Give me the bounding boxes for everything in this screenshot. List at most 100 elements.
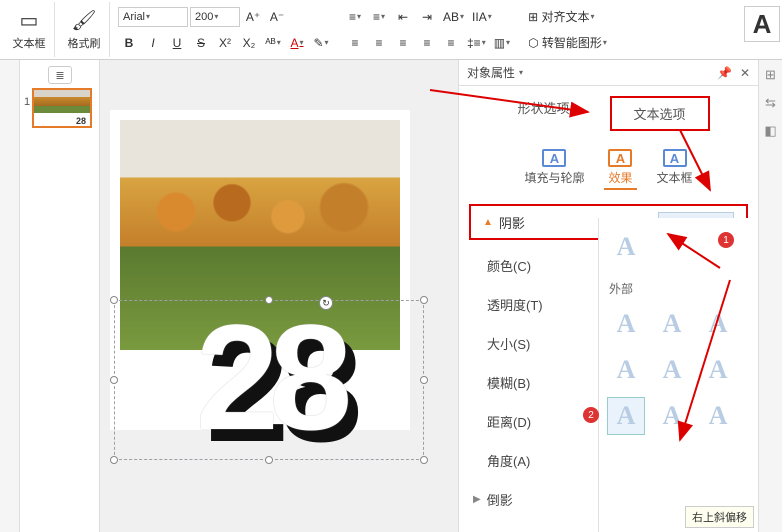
reflection-label: 倒影 (487, 490, 513, 509)
superscript-button[interactable]: X² (214, 32, 236, 54)
align-justify-button[interactable]: ≡ (416, 32, 438, 54)
handle-mr[interactable] (420, 376, 428, 384)
thumbnail-panel: ≣ 1 28 (20, 60, 100, 532)
handle-br[interactable] (420, 456, 428, 464)
ribbon-group-textbox: ▭ 文本框 (4, 2, 55, 57)
effect-icon: A (608, 149, 632, 167)
main-area: ≣ 1 28 28 28 ↻ 对象属 (0, 60, 782, 532)
gallery-outer-7[interactable]: A (607, 397, 645, 435)
font-color-button[interactable]: A▾ (286, 32, 308, 54)
format-painter-button[interactable]: 🖌 格式刷 (63, 5, 105, 55)
tab-text-options[interactable]: 文本选项 (610, 96, 710, 131)
align-center-button[interactable]: ≡ (368, 32, 390, 54)
align-dist-button[interactable]: ≡ (440, 32, 462, 54)
gallery-outer-4[interactable]: A (607, 351, 645, 389)
text-direction-button[interactable]: IIA▾ (469, 6, 495, 28)
expand-icon: ▲ (483, 217, 493, 228)
increase-font-button[interactable]: A⁺ (242, 6, 264, 28)
textbox-icon: ▭ (20, 8, 39, 33)
slide-canvas[interactable]: 28 28 ↻ (100, 60, 458, 532)
right-toolbar: ⊞ ⇆ ◧ (758, 60, 782, 532)
change-case-button[interactable]: ᴬᴮ▾ (262, 32, 284, 54)
handle-bl[interactable] (110, 456, 118, 464)
align-right-button[interactable]: ≡ (392, 32, 414, 54)
numbering-button[interactable]: ≡▾ (368, 6, 390, 28)
gallery-outer-2[interactable]: A (653, 305, 691, 343)
align-text-label: 对齐文本 (541, 8, 589, 25)
subtab-textbox-label: 文本框 (657, 169, 693, 186)
strike-button[interactable]: S (190, 32, 212, 54)
subtab-textbox[interactable]: A 文本框 (653, 147, 697, 190)
ribbon-group-arrange: ⊞ 对齐文本▾ ⬡ 转智能图形▾ (521, 2, 614, 57)
brush-icon: 🖌 (71, 8, 96, 33)
slide: 28 28 ↻ (110, 110, 410, 430)
bullets-button[interactable]: ≡▾ (344, 6, 366, 28)
pin-icon[interactable]: 📌 (717, 66, 732, 80)
indent-inc-button[interactable]: ⇥ (416, 6, 438, 28)
handle-tl[interactable] (110, 296, 118, 304)
gallery-outer-9[interactable]: A (699, 397, 737, 435)
font-size-value: 200 (195, 11, 213, 23)
gallery-outer-3[interactable]: A (699, 305, 737, 343)
highlight-button[interactable]: ✎▾ (310, 32, 332, 54)
bold-button[interactable]: B (118, 32, 140, 54)
align-left-button[interactable]: ≡ (344, 32, 366, 54)
subscript-button[interactable]: X₂ (238, 32, 260, 54)
gallery-outer-8[interactable]: A (653, 397, 691, 435)
vtool-1[interactable]: ⊞ (762, 66, 780, 84)
textbox-button[interactable]: ▭ 文本框 (8, 5, 50, 55)
subtab-effect-label: 效果 (608, 169, 632, 186)
line-spacing-button[interactable]: ‡≡▾ (464, 32, 489, 54)
vtool-3[interactable]: ◧ (762, 122, 780, 140)
ribbon-group-paragraph: ≡▾ ≡▾ ⇤ ⇥ AB▾ IIA▾ ≡ ≡ ≡ ≡ ≡ ‡≡▾ ▥▾ (340, 2, 517, 57)
left-strip (0, 60, 20, 532)
annotation-badge-2: 2 (583, 407, 599, 423)
tab-shape-options[interactable]: 形状选项 (507, 96, 579, 131)
collapse-icon: ▶ (473, 494, 481, 505)
close-icon[interactable]: ✕ (740, 66, 750, 80)
convert-smartart-button[interactable]: ⬡ 转智能图形▾ (525, 32, 610, 54)
wordart-style-button[interactable]: A (744, 6, 780, 42)
gallery-outer-1[interactable]: A (607, 305, 645, 343)
gallery-outer-6[interactable]: A (699, 351, 737, 389)
textbox-selection[interactable]: 28 28 ↻ (114, 300, 424, 460)
align-text-icon: ⊞ (528, 10, 538, 24)
outline-toggle[interactable]: ≣ (48, 66, 72, 84)
gallery-outer-5[interactable]: A (653, 351, 691, 389)
italic-button[interactable]: I (142, 32, 164, 54)
gallery-tooltip: 右上斜偏移 (685, 506, 754, 528)
option-tabs: 形状选项 文本选项 (459, 86, 758, 141)
columns-button[interactable]: ▥▾ (491, 32, 513, 54)
textbox-label: 文本框 (13, 35, 46, 51)
font-name-value: Arial (123, 11, 145, 23)
annotation-badge-1: 1 (718, 232, 734, 248)
thumb-image (34, 90, 90, 113)
textbox-tab-icon: A (663, 149, 687, 167)
pane-title: 对象属性 (467, 64, 515, 81)
char-spacing-button[interactable]: AB▾ (440, 6, 467, 28)
decrease-font-button[interactable]: A⁻ (266, 6, 288, 28)
properties-pane: 对象属性▾ 📌 ✕ 形状选项 文本选项 A 填充与轮廓 A 效果 A 文本框 (458, 60, 758, 532)
subtab-fill[interactable]: A 填充与轮廓 (520, 147, 588, 190)
handle-tr[interactable] (420, 296, 428, 304)
fill-icon: A (542, 149, 566, 167)
font-size-select[interactable]: 200▾ (190, 7, 240, 27)
indent-dec-button[interactable]: ⇤ (392, 6, 414, 28)
subtab-effect[interactable]: A 效果 (604, 147, 636, 190)
gallery-no-shadow[interactable]: A (607, 228, 645, 266)
shadow-label: 阴影 (499, 213, 525, 232)
smartart-icon: ⬡ (528, 36, 538, 50)
handle-ml[interactable] (110, 376, 118, 384)
ribbon-group-font: Arial▾ 200▾ A⁺ A⁻ B I U S X² X₂ ᴬᴮ▾ A▾ ✎… (114, 2, 336, 57)
format-painter-label: 格式刷 (68, 35, 101, 51)
text-main: 28 (196, 302, 343, 452)
align-text-button[interactable]: ⊞ 对齐文本▾ (525, 6, 597, 28)
pane-header: 对象属性▾ 📌 ✕ (459, 60, 758, 86)
ribbon-group-format: 🖌 格式刷 (59, 2, 110, 57)
gallery-section-outer: 外部 (603, 270, 754, 301)
font-name-select[interactable]: Arial▾ (118, 7, 188, 27)
vtool-2[interactable]: ⇆ (762, 94, 780, 112)
underline-button[interactable]: U (166, 32, 188, 54)
slide-thumbnail[interactable]: 28 (32, 88, 92, 128)
slide-number: 1 (24, 96, 30, 108)
